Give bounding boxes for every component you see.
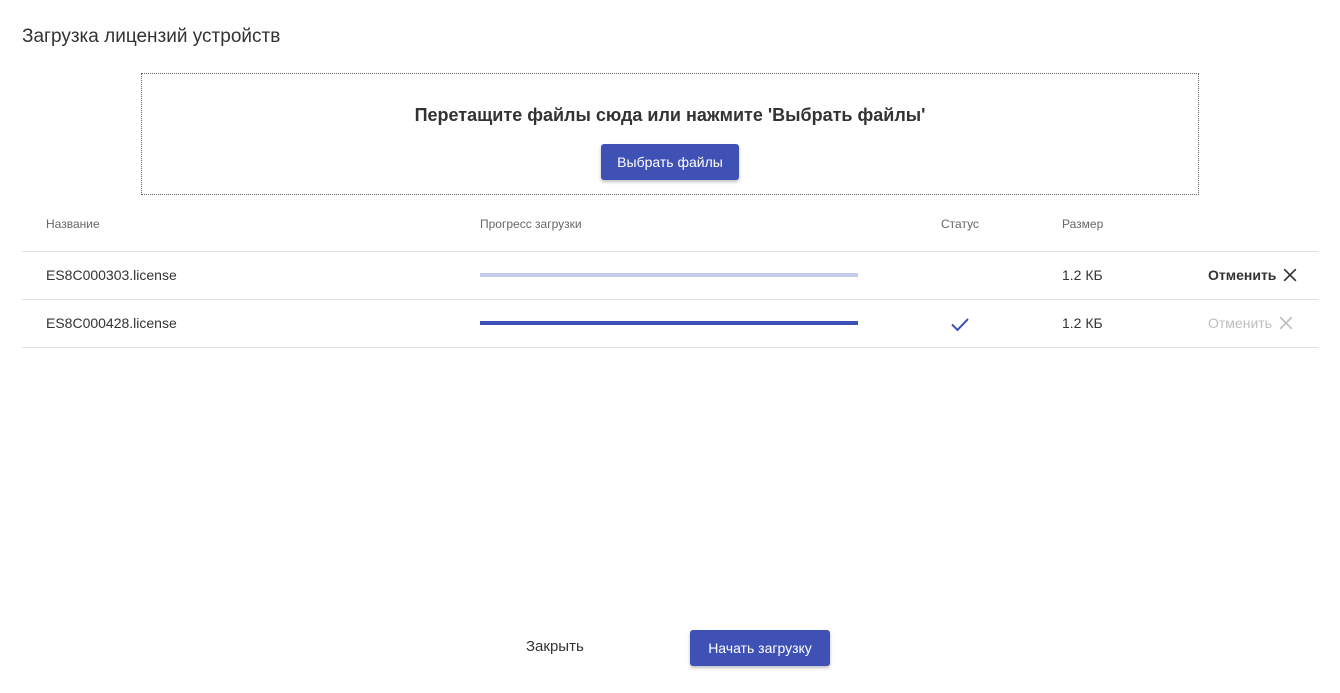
- close-icon: [1283, 268, 1297, 282]
- choose-files-button[interactable]: Выбрать файлы: [601, 144, 739, 180]
- upload-table: Название Прогресс загрузки Статус Размер…: [22, 204, 1318, 348]
- close-icon: [1279, 316, 1293, 330]
- cancel-label: Отменить: [1208, 315, 1272, 331]
- cancel-upload-button[interactable]: Отменить: [1208, 265, 1300, 285]
- cancel-upload-button: Отменить: [1208, 313, 1296, 333]
- table-row: ES8C000303.license 1.2 КБ Отменить: [22, 252, 1318, 300]
- dropzone-instructions: Перетащите файлы сюда или нажмите 'Выбра…: [414, 105, 926, 125]
- header-status: Статус: [941, 217, 979, 231]
- table-header: Название Прогресс загрузки Статус Размер: [22, 204, 1318, 252]
- header-size: Размер: [1062, 217, 1104, 231]
- header-name: Название: [46, 217, 100, 231]
- file-size: 1.2 КБ: [1062, 267, 1103, 283]
- header-progress: Прогресс загрузки: [480, 217, 582, 231]
- file-size: 1.2 КБ: [1062, 315, 1103, 331]
- start-upload-button[interactable]: Начать загрузку: [690, 630, 830, 666]
- upload-progress-fill: [480, 321, 858, 325]
- table-row: ES8C000428.license 1.2 КБ Отменить: [22, 300, 1318, 348]
- file-name: ES8C000428.license: [46, 315, 177, 331]
- check-icon: [951, 318, 969, 332]
- file-name: ES8C000303.license: [46, 267, 177, 283]
- upload-progress-bar: [480, 321, 858, 325]
- dialog-title: Загрузка лицензий устройств: [22, 26, 281, 47]
- file-dropzone[interactable]: Перетащите файлы сюда или нажмите 'Выбра…: [141, 73, 1199, 195]
- upload-progress-bar: [480, 273, 858, 277]
- close-button[interactable]: Закрыть: [526, 638, 584, 655]
- upload-licenses-dialog: Загрузка лицензий устройств Перетащите ф…: [0, 0, 1340, 693]
- cancel-label: Отменить: [1208, 267, 1277, 283]
